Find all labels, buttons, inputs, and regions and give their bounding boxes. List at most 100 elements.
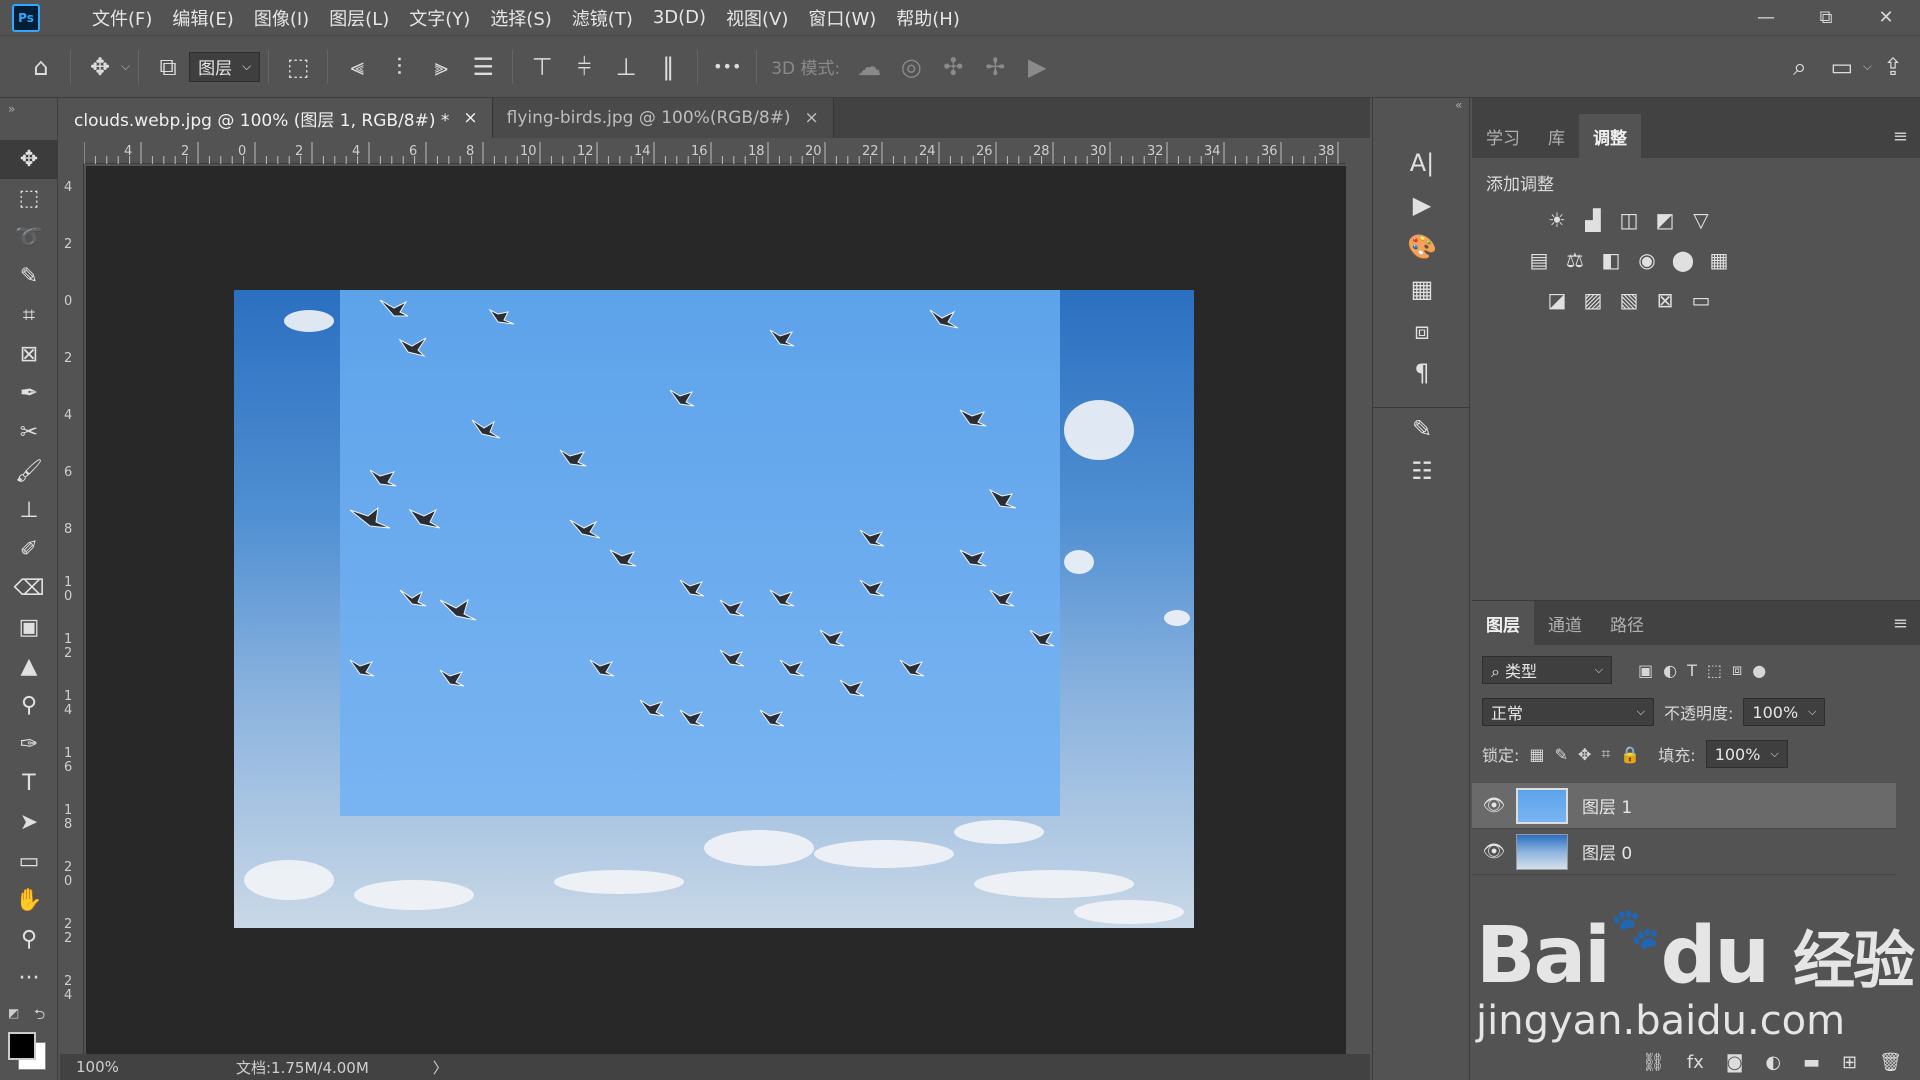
align-bottom-icon[interactable]: ⊥ xyxy=(605,53,647,81)
auto-select-icon[interactable]: ⧉ xyxy=(147,53,189,81)
close-button[interactable]: ✕ xyxy=(1866,7,1906,28)
selective-color-icon[interactable]: ⊠ xyxy=(1652,287,1678,313)
menu-type[interactable]: 文字(Y) xyxy=(399,5,480,31)
menu-edit[interactable]: 编辑(E) xyxy=(162,5,243,31)
panel-menu-icon[interactable]: ≡ xyxy=(1893,126,1908,147)
fx-icon[interactable]: fx xyxy=(1687,1052,1704,1073)
3d-camera-icon[interactable]: ▶ xyxy=(1016,53,1058,81)
type-tool[interactable]: T xyxy=(0,764,58,803)
align-top-icon[interactable]: ⊤ xyxy=(521,53,563,81)
tab-channels[interactable]: 通道 xyxy=(1534,601,1596,645)
brush-settings-icon[interactable]: ✎ xyxy=(1373,408,1471,450)
align-center-h-icon[interactable]: ⫶ xyxy=(378,53,420,81)
visibility-eye-icon[interactable]: 👁 xyxy=(1472,841,1516,862)
vibrance-icon[interactable]: ▽ xyxy=(1688,207,1714,233)
color-panel-icon[interactable]: 🎨 xyxy=(1373,226,1471,268)
foreground-color-swatch[interactable] xyxy=(8,1032,36,1060)
tab-flying-birds[interactable]: flying-birds.jpg @ 100%(RGB/8#) × xyxy=(492,98,834,138)
horizontal-ruler[interactable]: 4 2 0 2 4 6 8 10 12 14 16 18 20 22 24 26… xyxy=(84,138,1346,164)
align-right-icon[interactable]: ⫸ xyxy=(420,53,462,81)
curves-icon[interactable]: ◫ xyxy=(1616,207,1642,233)
search-icon[interactable]: ⌕ xyxy=(1779,53,1821,81)
tab-clouds[interactable]: clouds.webp.jpg @ 100% (图层 1, RGB/8#) * … xyxy=(60,98,493,138)
collapse-icon[interactable]: » xyxy=(0,98,57,140)
chevron-down-icon[interactable]: ⌵ xyxy=(121,59,130,74)
swap-colors-icon[interactable]: ⮌ xyxy=(34,1004,45,1028)
chevron-down-icon[interactable]: ⌵ xyxy=(1863,59,1872,74)
menu-filter[interactable]: 滤镜(T) xyxy=(562,5,643,31)
threshold-icon[interactable]: ▧ xyxy=(1616,287,1642,313)
zoom-level[interactable]: 100% xyxy=(76,1058,176,1076)
black-white-icon[interactable]: ◧ xyxy=(1598,247,1624,273)
rectangle-tool[interactable]: ▭ xyxy=(0,842,58,881)
brightness-icon[interactable]: ☀ xyxy=(1544,207,1570,233)
status-menu-arrow[interactable]: 〉 xyxy=(433,1057,448,1078)
lock-artboard-icon[interactable]: ⌗ xyxy=(1601,744,1610,764)
levels-icon[interactable]: ▟ xyxy=(1580,207,1606,233)
tab-learn[interactable]: 学习 xyxy=(1472,114,1534,158)
lock-transparent-icon[interactable]: ▦ xyxy=(1529,745,1544,764)
properties-panel-icon[interactable]: ☷ xyxy=(1373,450,1471,492)
filter-toggle-icon[interactable]: ● xyxy=(1752,661,1766,680)
more-tools-icon[interactable]: ··· xyxy=(0,959,58,998)
link-layers-icon[interactable]: ⛓ xyxy=(1642,1052,1665,1073)
menu-window[interactable]: 窗口(W) xyxy=(798,5,886,31)
color-balance-icon[interactable]: ⚖ xyxy=(1562,247,1588,273)
move-tool[interactable]: ✥ xyxy=(0,140,58,179)
new-layer-icon[interactable]: ⊞ xyxy=(1842,1052,1857,1073)
close-icon[interactable]: × xyxy=(805,108,819,128)
history-brush-tool[interactable]: ✐ xyxy=(0,530,58,569)
collapse-icon[interactable]: « xyxy=(1373,98,1469,118)
auto-select-target-dropdown[interactable]: 图层 ⌵ xyxy=(189,51,261,82)
new-group-icon[interactable]: ▬ xyxy=(1803,1052,1820,1073)
gradient-tool[interactable]: ▣ xyxy=(0,608,58,647)
lasso-tool[interactable]: ➰ xyxy=(0,218,58,257)
filter-smart-object-icon[interactable]: ⧈ xyxy=(1732,660,1742,680)
hue-saturation-icon[interactable]: ▤ xyxy=(1526,247,1552,273)
layer-row-layer-1[interactable]: 👁 图层 1 xyxy=(1472,783,1896,829)
filter-shape-icon[interactable]: ⬚ xyxy=(1707,661,1722,680)
path-select-tool[interactable]: ➤ xyxy=(0,803,58,842)
gradient-map-icon[interactable]: ▭ xyxy=(1688,287,1714,313)
channel-mixer-icon[interactable]: ⬤ xyxy=(1670,247,1696,273)
tab-library[interactable]: 库 xyxy=(1534,114,1579,158)
3d-slide-icon[interactable]: ✢ xyxy=(974,53,1016,81)
add-mask-icon[interactable]: ◙ xyxy=(1726,1052,1743,1073)
eraser-tool[interactable]: ⌫ xyxy=(0,569,58,608)
layer-name[interactable]: 图层 0 xyxy=(1582,839,1632,864)
zoom-tool[interactable]: ⚲ xyxy=(0,920,58,959)
menu-layer[interactable]: 图层(L) xyxy=(319,5,399,31)
blur-tool[interactable]: ▲ xyxy=(0,647,58,686)
menu-3d[interactable]: 3D(D) xyxy=(643,7,716,28)
menu-file[interactable]: 文件(F) xyxy=(82,5,162,31)
crop-tool[interactable]: ⌗ xyxy=(0,296,58,335)
color-swatches[interactable]: ◩ ⮌ xyxy=(0,998,57,1078)
lock-all-icon[interactable]: 🔒 xyxy=(1620,745,1640,764)
move-tool-icon[interactable]: ✥ xyxy=(79,53,121,81)
3d-pan-icon[interactable]: ✣ xyxy=(932,53,974,81)
3d-roll-icon[interactable]: ◎ xyxy=(890,53,932,81)
birds-layer-image[interactable] xyxy=(340,290,1060,816)
stamp-tool[interactable]: ⊥ xyxy=(0,491,58,530)
healing-tool[interactable]: ✂ xyxy=(0,413,58,452)
frame-tool[interactable]: ⊠ xyxy=(0,335,58,374)
minimize-button[interactable]: — xyxy=(1746,7,1786,28)
dodge-tool[interactable]: ⚲ xyxy=(0,686,58,725)
menu-help[interactable]: 帮助(H) xyxy=(886,5,970,31)
lock-position-icon[interactable]: ✥ xyxy=(1578,745,1591,764)
layer-filter-dropdown[interactable]: ⌕ 类型 ⌵ xyxy=(1482,656,1612,684)
character-panel-icon[interactable]: A| xyxy=(1373,142,1471,184)
workspace-icon[interactable]: ▭ xyxy=(1821,53,1863,81)
home-icon[interactable]: ⌂ xyxy=(20,53,62,81)
share-icon[interactable]: ⇪ xyxy=(1872,53,1914,81)
eyedropper-tool[interactable]: ✒ xyxy=(0,374,58,413)
align-left-icon[interactable]: ⫷ xyxy=(336,53,378,81)
exposure-icon[interactable]: ◩ xyxy=(1652,207,1678,233)
swatches-panel-icon[interactable]: ▦ xyxy=(1373,268,1471,310)
3d-orbit-icon[interactable]: ☁ xyxy=(848,53,890,81)
close-icon[interactable]: × xyxy=(463,108,477,128)
tab-adjustments[interactable]: 调整 xyxy=(1579,114,1641,158)
pen-tool[interactable]: ✑ xyxy=(0,725,58,764)
adjustment-layer-icon[interactable]: ◐ xyxy=(1765,1052,1781,1073)
marquee-tool[interactable]: ⬚ xyxy=(0,179,58,218)
